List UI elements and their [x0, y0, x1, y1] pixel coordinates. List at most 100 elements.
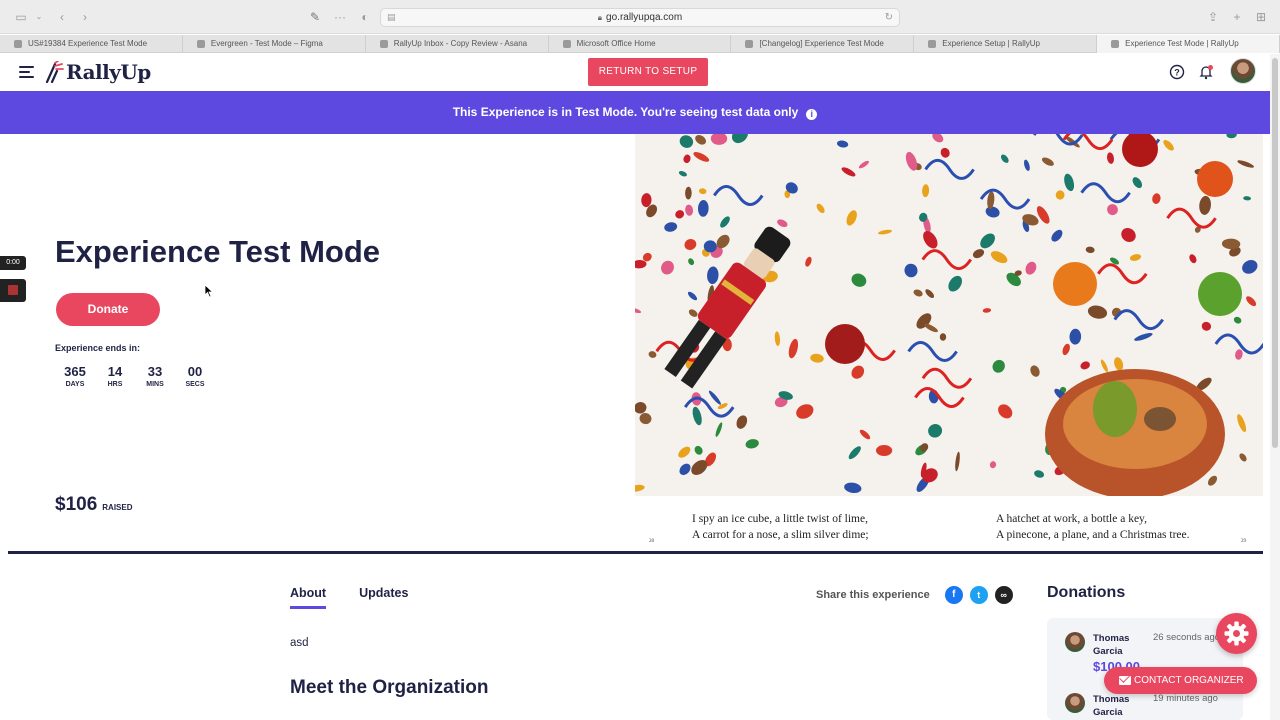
candy-collage-photo [635, 134, 1263, 496]
donate-button[interactable]: Donate [56, 293, 160, 326]
bell-icon[interactable] [1198, 64, 1214, 80]
amount-raised: $106 RAISED [55, 494, 133, 516]
contact-organizer-button[interactable]: CONTACT ORGANIZER [1104, 667, 1257, 694]
tab-label: US#19384 Experience Test Mode [28, 39, 148, 48]
countdown-unit: SECS [185, 381, 205, 388]
tab-label: Microsoft Office Home [576, 39, 656, 48]
reader-icon[interactable]: ▤ [387, 9, 396, 26]
tab-label: Evergreen - Test Mode – Figma [210, 39, 323, 48]
donations-heading: Donations [1047, 584, 1126, 601]
hero-divider [8, 551, 1263, 554]
donor-name: Thomas Garcia [1093, 694, 1130, 718]
contact-organizer-label: CONTACT ORGANIZER [1134, 675, 1244, 686]
countdown-value: 00 [187, 364, 203, 379]
tab-label: Experience Test Mode | RallyUp [1125, 39, 1239, 48]
browser-tab[interactable]: Experience Setup | RallyUp [914, 35, 1098, 53]
caption-line: A pinecone, a plane, and a Christmas tre… [996, 529, 1190, 541]
test-mode-banner: This Experience is in Test Mode. You're … [0, 91, 1270, 134]
app-header: RallyUp RETURN TO SETUP ? [0, 54, 1270, 91]
browser-tab-active[interactable]: Experience Test Mode | RallyUp [1097, 35, 1280, 53]
return-to-setup-button[interactable]: RETURN TO SETUP [588, 58, 708, 86]
chevron-down-icon[interactable]: ⌄ [32, 10, 46, 24]
caption-line: A hatchet at work, a bottle a key, [996, 513, 1147, 525]
browser-tab[interactable]: Evergreen - Test Mode – Figma [183, 35, 366, 53]
reload-icon[interactable]: ↻ [885, 9, 893, 26]
facebook-icon[interactable]: f [944, 586, 963, 604]
help-icon[interactable]: ? [1169, 64, 1185, 80]
menu-icon[interactable] [19, 66, 34, 78]
countdown-days: 365 DAYS [55, 364, 95, 388]
tab-favicon-icon [14, 40, 22, 48]
hero-image: I spy an ice cube, a little twist of lim… [635, 134, 1263, 551]
donor-name: Thomas Garcia [1093, 633, 1130, 657]
asana-favicon-icon [379, 40, 388, 48]
lock-icon: 🔒︎ [597, 13, 603, 22]
caption-left: I spy an ice cube, a little twist of lim… [692, 511, 869, 543]
stop-recording-button[interactable] [0, 279, 26, 302]
shield-icon[interactable]: ◐ [358, 10, 372, 24]
browser-tab[interactable]: [Changelog] Experience Test Mode [731, 35, 915, 53]
link-icon[interactable]: ∞ [994, 586, 1013, 604]
mouse-cursor-icon [204, 284, 214, 298]
countdown-value: 14 [107, 364, 123, 379]
svg-text:?: ? [1174, 68, 1180, 78]
tab-label: RallyUp Inbox - Copy Review - Asana [393, 39, 528, 48]
extension-icon[interactable]: ✎ [308, 10, 322, 24]
rallyup-logo[interactable]: RallyUp [44, 59, 151, 85]
countdown-unit: DAYS [65, 381, 85, 388]
tab-label: Experience Setup | RallyUp [942, 39, 1040, 48]
countdown-unit: HRS [107, 381, 123, 388]
donor-avatar [1065, 632, 1085, 652]
browser-tab[interactable]: Microsoft Office Home [549, 35, 732, 53]
experience-ends-label: Experience ends in: [55, 343, 141, 353]
page-number-left: 28 [649, 539, 654, 544]
logo-mark-icon [45, 61, 64, 83]
gear-icon [1224, 621, 1249, 646]
hero-section: Experience Test Mode Donate Experience e… [0, 134, 1270, 554]
browser-toolbar: ▭ ⌄ ‹ › ✎ ··· ◐ ▤ 🔒︎ go.rallyupqa.com ↻ ⇪… [0, 0, 1280, 34]
info-icon[interactable]: i [806, 109, 818, 120]
share-icon[interactable]: ⇪ [1206, 10, 1220, 24]
tab-overview-icon[interactable]: ⊞ [1254, 10, 1268, 24]
office-favicon-icon [562, 40, 571, 48]
experience-title: Experience Test Mode [55, 234, 381, 269]
back-icon[interactable]: ‹ [55, 10, 69, 24]
recording-timer: 0:00 [0, 256, 26, 270]
figma-favicon-icon [196, 40, 205, 48]
about-text: asd [290, 637, 309, 649]
tab-label: [Changelog] Experience Test Mode [759, 39, 884, 48]
share-bar: Share this experience f t ∞ [816, 586, 1013, 604]
mail-icon [1119, 676, 1131, 685]
countdown-value: 33 [147, 364, 163, 379]
rallyup-favicon-icon [928, 40, 937, 48]
caption-line: I spy an ice cube, a little twist of lim… [692, 513, 868, 525]
browser-tab[interactable]: RallyUp Inbox - Copy Review - Asana [366, 35, 549, 53]
caption-line: A carrot for a nose, a slim silver dime; [692, 529, 869, 541]
address-bar[interactable]: ▤ 🔒︎ go.rallyupqa.com ↻ [380, 8, 900, 27]
scroll-thumb[interactable] [1272, 58, 1278, 448]
rallyup-favicon-icon [1111, 40, 1120, 48]
donation-time: 26 seconds ago [1153, 632, 1221, 643]
meet-organization-heading: Meet the Organization [290, 677, 489, 698]
password-icon[interactable]: ··· [333, 10, 347, 24]
countdown-timer: 365 DAYS 14 HRS 33 MINS 00 SECS [55, 364, 215, 388]
banner-text: This Experience is in Test Mode. You're … [452, 105, 799, 119]
browser-tab[interactable]: US#19384 Experience Test Mode [0, 35, 183, 53]
tab-about[interactable]: About [290, 586, 327, 609]
new-tab-icon[interactable]: + [1230, 10, 1244, 24]
sidebar-toggle-icon[interactable]: ▭ [14, 10, 28, 24]
forward-icon[interactable]: › [78, 10, 92, 24]
share-label: Share this experience [816, 589, 930, 601]
page-scrollbar[interactable] [1270, 54, 1280, 720]
caption-right: A hatchet at work, a bottle a key, A pin… [996, 511, 1190, 543]
content-tabs: About Updates [290, 586, 441, 609]
tab-updates[interactable]: Updates [359, 586, 408, 609]
raised-amount: $106 [55, 494, 98, 515]
countdown-value: 365 [64, 364, 86, 379]
tab-favicon-icon [745, 40, 754, 48]
user-avatar[interactable] [1230, 58, 1256, 84]
countdown-unit: MINS [146, 381, 164, 388]
twitter-icon[interactable]: t [969, 586, 988, 604]
settings-fab[interactable] [1216, 613, 1257, 654]
raised-label: RAISED [102, 503, 133, 512]
